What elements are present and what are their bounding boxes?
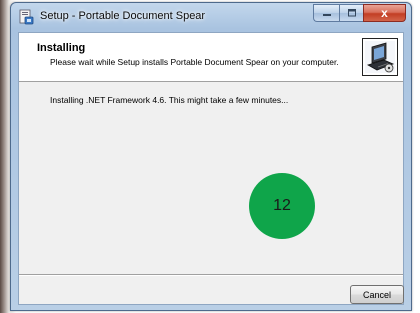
- page-title: Installing: [37, 42, 86, 54]
- minimize-button[interactable]: [313, 4, 339, 22]
- page-subtitle: Please wait while Setup installs Portabl…: [50, 57, 339, 67]
- install-status-text: Installing .NET Framework 4.6. This migh…: [50, 95, 289, 105]
- step-number-badge: 12: [249, 173, 315, 239]
- title-bar[interactable]: Setup - Portable Document Spear x: [11, 3, 411, 30]
- computer-setup-icon: [362, 38, 398, 76]
- wizard-header: Installing Please wait while Setup insta…: [19, 33, 403, 82]
- step-number: 12: [273, 197, 291, 214]
- window-title: Setup - Portable Document Spear: [40, 10, 206, 22]
- wizard-client-area: Installing Please wait while Setup insta…: [18, 32, 404, 305]
- caption-buttons: x: [313, 4, 406, 23]
- setup-window: Setup - Portable Document Spear x Instal…: [10, 2, 412, 311]
- minimize-icon: [322, 14, 331, 16]
- close-button[interactable]: x: [363, 4, 406, 22]
- setup-app-icon: [19, 9, 34, 25]
- maximize-button[interactable]: [339, 4, 363, 22]
- close-icon: x: [381, 6, 388, 20]
- cancel-button[interactable]: Cancel: [350, 285, 404, 304]
- footer-divider: [19, 274, 403, 276]
- maximize-icon: [347, 9, 356, 17]
